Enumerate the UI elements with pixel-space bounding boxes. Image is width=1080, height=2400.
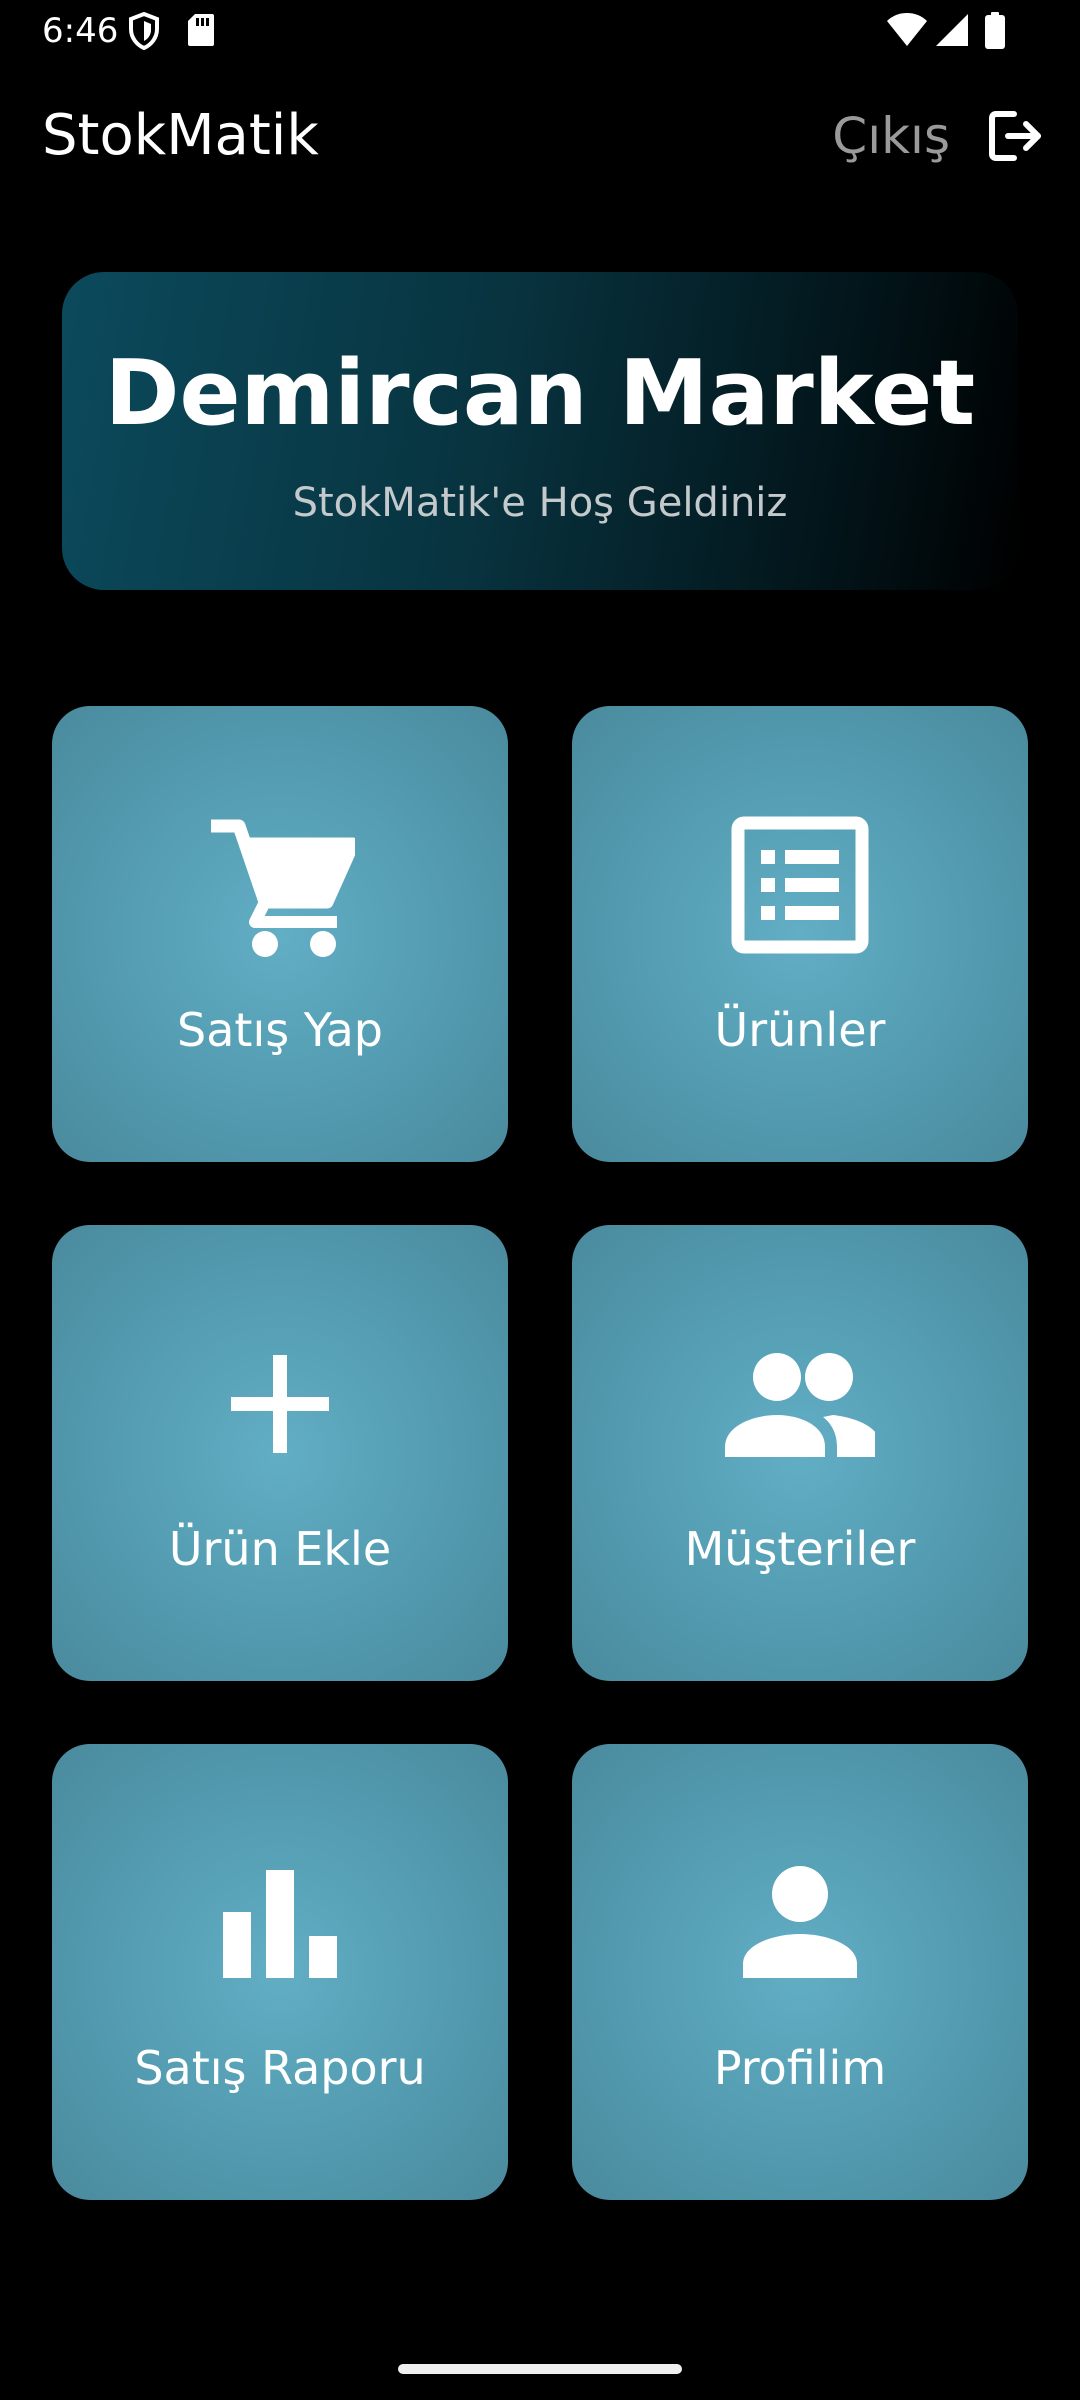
logout-button[interactable]: Çıkış xyxy=(832,96,1044,176)
status-bar: 6:46 xyxy=(0,0,1080,62)
person-icon xyxy=(743,1866,857,1978)
app-title: StokMatik xyxy=(42,103,319,168)
menu-label: Profilim xyxy=(713,2041,887,2095)
menu-tile-musteriler[interactable]: Müşteriler xyxy=(572,1225,1028,1681)
logout-label: Çıkış xyxy=(832,107,950,165)
gesture-bar[interactable] xyxy=(398,2364,682,2374)
welcome-banner: Demircan Market StokMatik'e Hoş Geldiniz xyxy=(62,272,1018,590)
menu-tile-satis-raporu[interactable]: Satış Raporu xyxy=(52,1744,508,2200)
wifi-icon xyxy=(887,13,927,46)
store-name: Demircan Market xyxy=(104,341,976,446)
menu-label: Satış Yap xyxy=(177,1003,383,1057)
cart-icon xyxy=(211,819,355,957)
menu-label: Ürün Ekle xyxy=(168,1522,392,1576)
people-icon xyxy=(725,1353,875,1457)
app-bar: StokMatik Çıkış xyxy=(0,62,1080,210)
menu-label: Ürünler xyxy=(714,1003,886,1057)
welcome-message: StokMatik'e Hoş Geldiniz xyxy=(292,480,788,526)
list-icon xyxy=(731,816,869,954)
battery-icon xyxy=(985,12,1005,49)
menu-tile-profilim[interactable]: Profilim xyxy=(572,1744,1028,2200)
signal-icon xyxy=(936,14,968,46)
menu-tile-satis-yap[interactable]: Satış Yap xyxy=(52,706,508,1162)
menu-grid: Satış Yap Ürünler Ürün Ekle Müşteriler S… xyxy=(52,706,1028,2200)
menu-tile-urun-ekle[interactable]: Ürün Ekle xyxy=(52,1225,508,1681)
bar-chart-icon xyxy=(223,1870,337,1978)
status-time: 6:46 xyxy=(42,11,119,51)
shield-icon xyxy=(129,12,159,50)
menu-label: Satış Raporu xyxy=(134,2041,426,2095)
menu-label: Müşteriler xyxy=(684,1522,916,1576)
plus-icon xyxy=(231,1355,329,1453)
logout-icon xyxy=(989,111,1041,161)
menu-tile-urunler[interactable]: Ürünler xyxy=(572,706,1028,1162)
sd-card-icon xyxy=(188,14,214,46)
